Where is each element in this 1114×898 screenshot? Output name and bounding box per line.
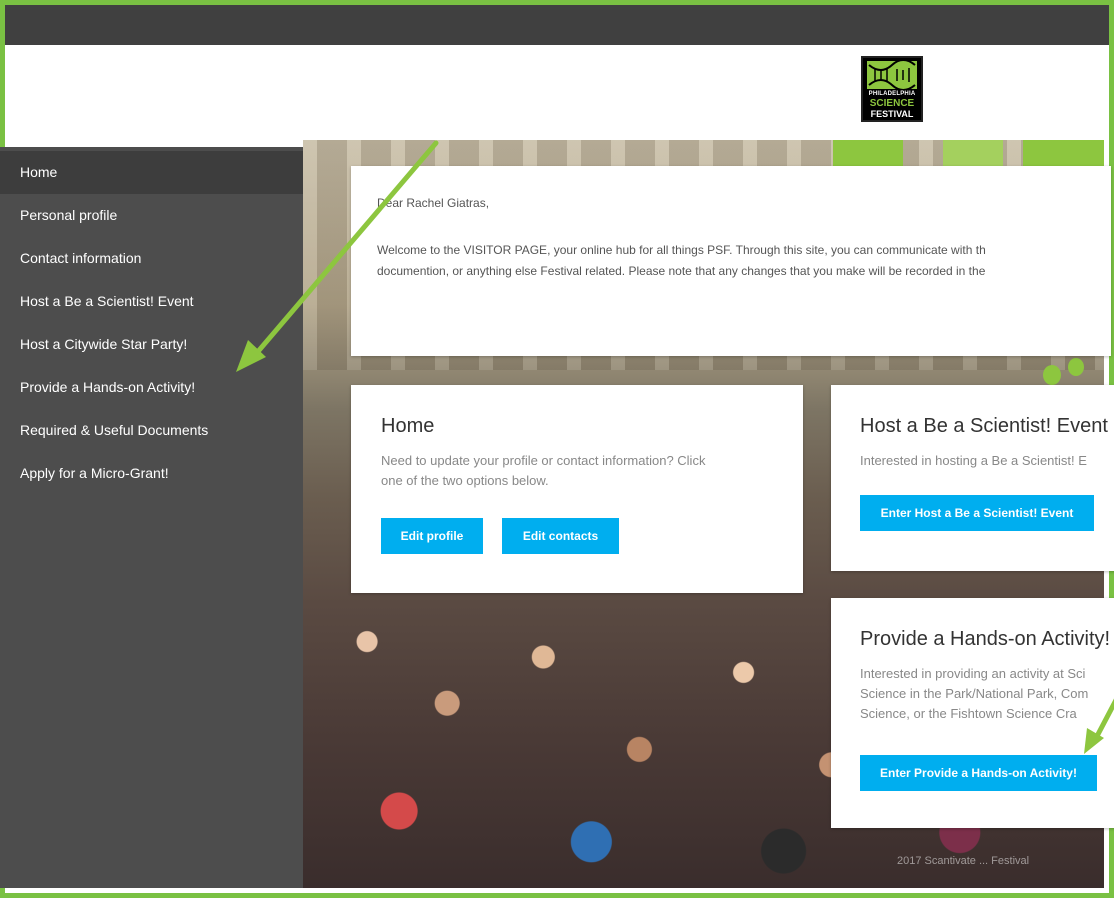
- footer-copyright: 2017 Scantivate ... Festival: [897, 855, 1030, 867]
- sidebar-item-home[interactable]: Home: [0, 151, 303, 194]
- welcome-text-line-1: Welcome to the VISITOR PAGE, your online…: [377, 243, 986, 257]
- edit-contacts-button[interactable]: Edit contacts: [502, 518, 619, 554]
- hands-on-card: Provide a Hands-on Activity! Interested …: [831, 598, 1114, 828]
- sidebar-item-contact-information[interactable]: Contact information: [0, 237, 303, 280]
- sidebar: Home Personal profile Contact informatio…: [0, 147, 303, 888]
- logo-line-3: FESTIVAL: [870, 109, 914, 119]
- psf-logo[interactable]: PHILADELPHIA SCIENCE FESTIVAL: [861, 56, 923, 122]
- welcome-text-line-2: documention, or anything else Festival r…: [377, 264, 986, 278]
- hands-on-card-text-2: Science in the Park/National Park, Com: [860, 686, 1089, 701]
- hands-on-card-title: Provide a Hands-on Activity!: [860, 628, 1111, 650]
- sidebar-item-be-a-scientist[interactable]: Host a Be a Scientist! Event: [0, 280, 303, 323]
- sidebar-item-hands-on-activity[interactable]: Provide a Hands-on Activity!: [0, 366, 303, 409]
- home-card-text-2: one of the two options below.: [381, 473, 549, 488]
- edit-profile-button[interactable]: Edit profile: [381, 518, 483, 554]
- home-card-title: Home: [381, 415, 435, 437]
- festival-banner: [833, 140, 903, 166]
- enter-hands-on-button[interactable]: Enter Provide a Hands-on Activity!: [860, 755, 1097, 791]
- green-balloon: [1043, 365, 1061, 385]
- welcome-greeting: Dear Rachel Giatras,: [377, 196, 490, 210]
- logo-line-1: PHILADELPHIA: [868, 91, 916, 97]
- sidebar-item-personal-profile[interactable]: Personal profile: [0, 194, 303, 237]
- be-scientist-card-text: Interested in hosting a Be a Scientist! …: [860, 453, 1087, 468]
- festival-banner: [1023, 140, 1104, 166]
- enter-be-scientist-button[interactable]: Enter Host a Be a Scientist! Event: [860, 495, 1094, 531]
- be-scientist-card-title: Host a Be a Scientist! Event: [860, 415, 1108, 437]
- sidebar-item-star-party[interactable]: Host a Citywide Star Party!: [0, 323, 303, 366]
- be-scientist-card: Host a Be a Scientist! Event Interested …: [831, 385, 1114, 571]
- festival-banner: [943, 140, 1003, 166]
- hands-on-card-text-1: Interested in providing an activity at S…: [860, 666, 1086, 681]
- sidebar-item-documents[interactable]: Required & Useful Documents: [0, 409, 303, 452]
- home-card: Home Need to update your profile or cont…: [351, 385, 803, 593]
- home-card-text-1: Need to update your profile or contact i…: [381, 453, 706, 468]
- hands-on-card-text-3: Science, or the Fishtown Science Cra: [860, 706, 1077, 721]
- site-header: [5, 45, 1109, 145]
- dna-icon: [867, 61, 917, 89]
- welcome-card: Dear Rachel Giatras, Welcome to the VISI…: [351, 166, 1111, 356]
- green-balloon: [1068, 358, 1084, 376]
- logo-line-2: SCIENCE: [869, 98, 915, 109]
- sidebar-item-micro-grant[interactable]: Apply for a Micro-Grant!: [0, 452, 303, 495]
- top-bar: [5, 5, 1109, 45]
